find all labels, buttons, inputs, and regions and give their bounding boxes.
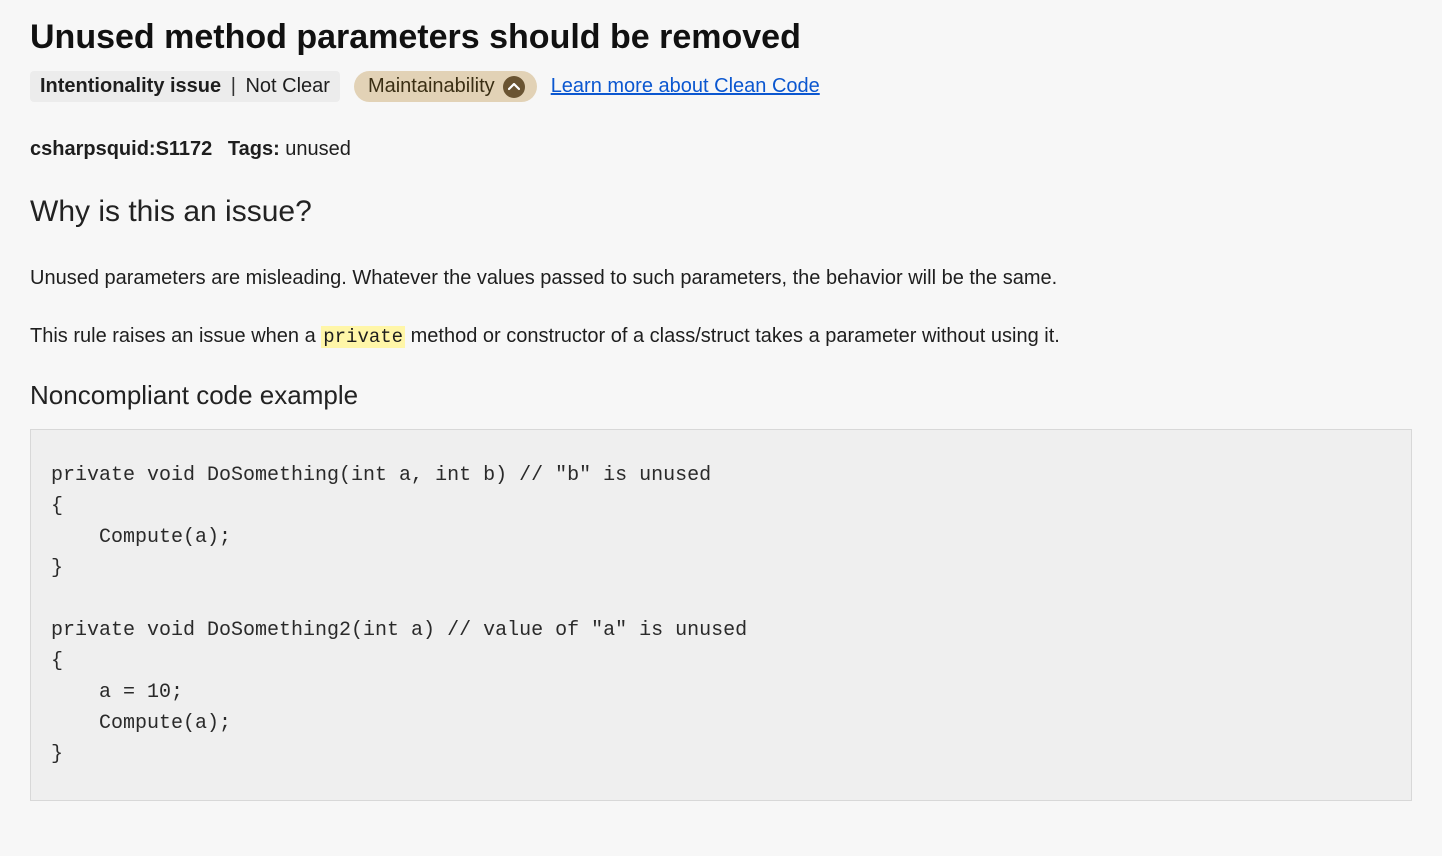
tags-label: Tags: — [228, 138, 280, 160]
inline-code-private: private — [321, 326, 405, 348]
rule-title: Unused method parameters should be remov… — [30, 18, 1412, 57]
why-heading: Why is this an issue? — [30, 195, 1412, 229]
noncompliant-heading: Noncompliant code example — [30, 380, 1412, 411]
rule-id: csharpsquid:S1172 — [30, 138, 212, 160]
tags-value-text: unused — [285, 138, 351, 160]
intentionality-value: Not Clear — [245, 75, 329, 97]
intentionality-label: Intentionality issue — [40, 75, 221, 97]
maintainability-label: Maintainability — [368, 75, 495, 98]
why-paragraph-2: This rule raises an issue when a private… — [30, 321, 1412, 352]
why-p2-post: method or constructor of a class/struct … — [405, 325, 1060, 347]
intentionality-badge: Intentionality issue | Not Clear — [30, 71, 340, 102]
learn-more-link[interactable]: Learn more about Clean Code — [551, 75, 820, 98]
noncompliant-code-block: private void DoSomething(int a, int b) /… — [30, 429, 1412, 801]
separator: | — [225, 75, 241, 97]
maintainability-badge: Maintainability — [354, 71, 537, 102]
rule-page: Unused method parameters should be remov… — [0, 0, 1442, 856]
severity-icon — [503, 76, 525, 98]
why-p2-pre: This rule raises an issue when a — [30, 325, 321, 347]
rule-ids-row: csharpsquid:S1172 Tags: unused — [30, 138, 1412, 161]
rule-meta-row: Intentionality issue | Not Clear Maintai… — [30, 71, 1412, 102]
why-paragraph-1: Unused parameters are misleading. Whatev… — [30, 263, 1412, 293]
